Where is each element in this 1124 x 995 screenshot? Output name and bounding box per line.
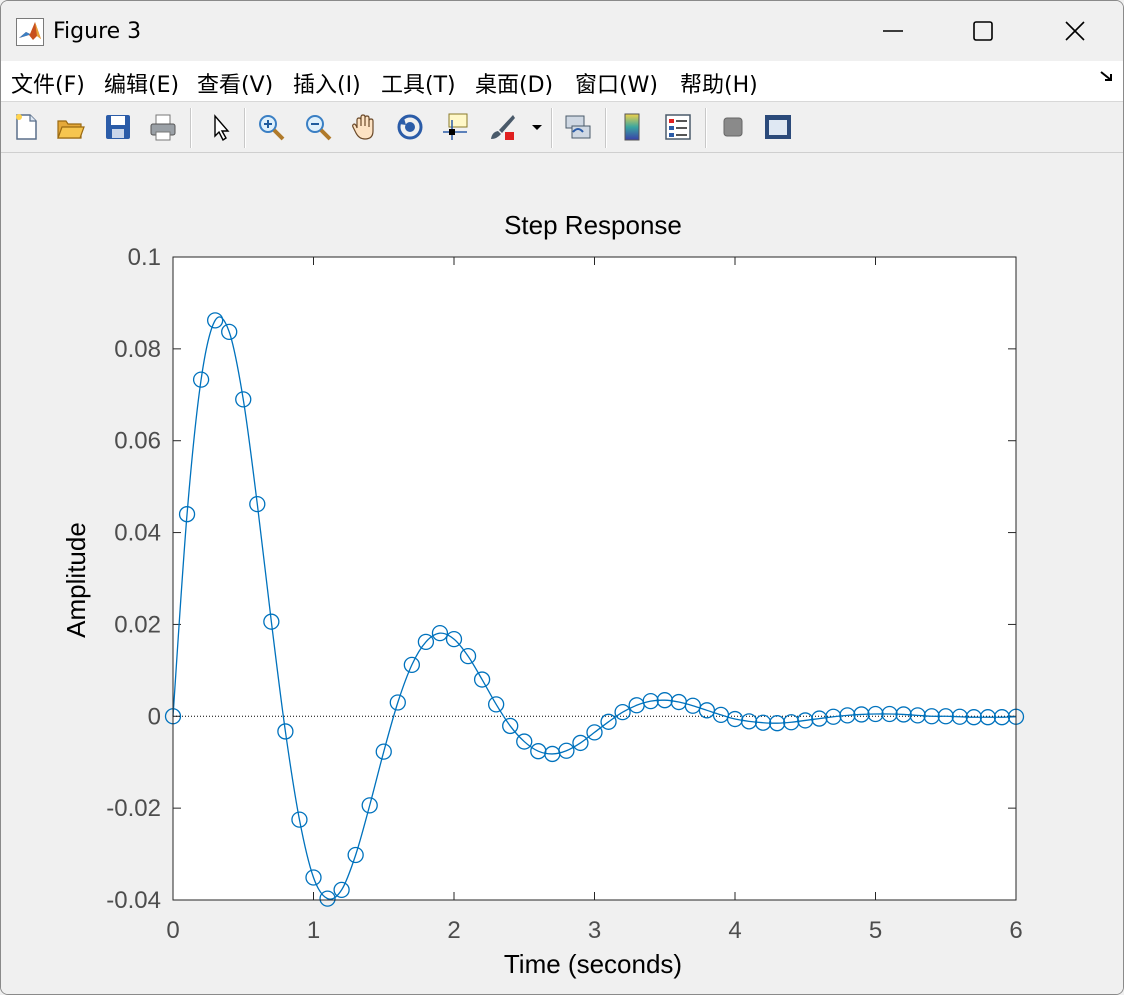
save-button[interactable] — [101, 110, 135, 144]
x-axis-label: Time (seconds) — [504, 949, 682, 979]
legend-icon — [665, 114, 691, 140]
pointer-icon — [214, 114, 230, 142]
y-axis-label: Amplitude — [61, 522, 91, 638]
window-title: Figure 3 — [53, 19, 142, 44]
toolbar-separator — [605, 108, 607, 148]
chart-title: Step Response — [504, 210, 682, 240]
y-tick-label: -0.02 — [106, 795, 161, 822]
figure-window: Figure 3 文件(F) 编辑(E) 查看(V) 插入(I) 工具(T) 桌… — [0, 0, 1124, 995]
data-cursor-icon — [443, 113, 468, 140]
zoom-out-icon — [306, 115, 332, 141]
x-tick-label: 1 — [307, 917, 320, 944]
show-plot-tools-icon — [765, 115, 791, 139]
minimize-icon — [883, 30, 903, 32]
zoom-in-icon — [259, 115, 285, 141]
brush-icon — [491, 115, 515, 140]
hide-plot-tools-button[interactable] — [716, 110, 750, 144]
open-file-button[interactable] — [53, 110, 87, 144]
minimize-button[interactable] — [847, 1, 939, 61]
new-file-icon — [16, 114, 37, 140]
pan-hand-icon — [352, 114, 374, 140]
x-tick-label: 6 — [1009, 917, 1022, 944]
zoom-in-button[interactable] — [254, 110, 288, 144]
y-tick-label: 0.08 — [114, 336, 161, 363]
toolbar-separator — [705, 108, 707, 148]
show-plot-tools-button[interactable] — [761, 110, 795, 144]
matlab-logo-icon — [16, 18, 44, 46]
rotate-3d-button[interactable] — [393, 110, 427, 144]
brush-button[interactable] — [485, 110, 519, 144]
step-response-chart: 0 1 2 3 4 5 6 -0.04 -0.02 0 0.02 0.04 0.06 0.08 0.1 St… — [61, 210, 1025, 979]
title-bar: Figure 3 — [1, 1, 1123, 61]
maximize-button[interactable] — [937, 1, 1029, 61]
close-button[interactable] — [1029, 1, 1121, 61]
data-cursor-button[interactable] — [438, 110, 472, 144]
brush-dropdown-button[interactable] — [529, 110, 545, 144]
edit-plot-button[interactable] — [203, 110, 237, 144]
x-tick-label: 4 — [728, 917, 741, 944]
x-tick-label: 0 — [166, 917, 179, 944]
menu-desktop[interactable]: 桌面(D) — [475, 67, 553, 99]
print-button[interactable] — [146, 110, 180, 144]
menu-view[interactable]: 查看(V) — [197, 67, 273, 99]
pan-button[interactable] — [347, 110, 381, 144]
open-folder-icon — [57, 120, 85, 139]
link-plot-button[interactable] — [561, 110, 595, 144]
new-figure-button[interactable] — [9, 110, 43, 144]
zoom-out-button[interactable] — [301, 110, 335, 144]
figure-canvas: 0 1 2 3 4 5 6 -0.04 -0.02 0 0.02 0.04 0.06 0.08 0.1 St… — [1, 153, 1123, 994]
menu-help[interactable]: 帮助(H) — [680, 67, 758, 99]
axes-background — [173, 257, 1016, 900]
menu-bar: 文件(F) 编辑(E) 查看(V) 插入(I) 工具(T) 桌面(D) 窗口(W… — [1, 61, 1123, 102]
toolbar-separator — [190, 108, 192, 148]
toolbar-separator — [551, 108, 553, 148]
toolbar-separator — [244, 108, 246, 148]
menu-window[interactable]: 窗口(W) — [575, 67, 658, 99]
x-tick-label: 2 — [447, 917, 460, 944]
expand-toolstrip-icon[interactable] — [1099, 69, 1115, 85]
insert-colorbar-button[interactable] — [615, 110, 649, 144]
y-tick-label: 0.04 — [114, 520, 161, 547]
menu-edit[interactable]: 编辑(E) — [104, 67, 179, 99]
y-tick-label: 0.02 — [114, 611, 161, 638]
close-icon — [1065, 21, 1085, 41]
y-tick-label: 0.06 — [114, 428, 161, 455]
maximize-icon — [973, 21, 993, 41]
y-tick-label: 0.1 — [128, 244, 161, 271]
print-icon — [150, 114, 176, 141]
colorbar-icon — [624, 113, 640, 141]
menu-tools[interactable]: 工具(T) — [381, 67, 456, 99]
brush-dropdown-icon — [532, 125, 542, 130]
menu-file[interactable]: 文件(F) — [11, 67, 85, 99]
rotate-3d-icon — [397, 114, 423, 140]
insert-legend-button[interactable] — [661, 110, 695, 144]
y-tick-label: 0 — [148, 703, 161, 730]
figure-toolbar — [1, 102, 1123, 153]
menu-insert[interactable]: 插入(I) — [293, 67, 361, 99]
hide-plot-tools-icon — [723, 117, 743, 137]
y-tick-label: -0.04 — [106, 887, 161, 914]
x-tick-label: 3 — [588, 917, 601, 944]
x-tick-label: 5 — [869, 917, 882, 944]
link-plot-icon — [565, 115, 591, 139]
save-icon — [106, 115, 130, 139]
